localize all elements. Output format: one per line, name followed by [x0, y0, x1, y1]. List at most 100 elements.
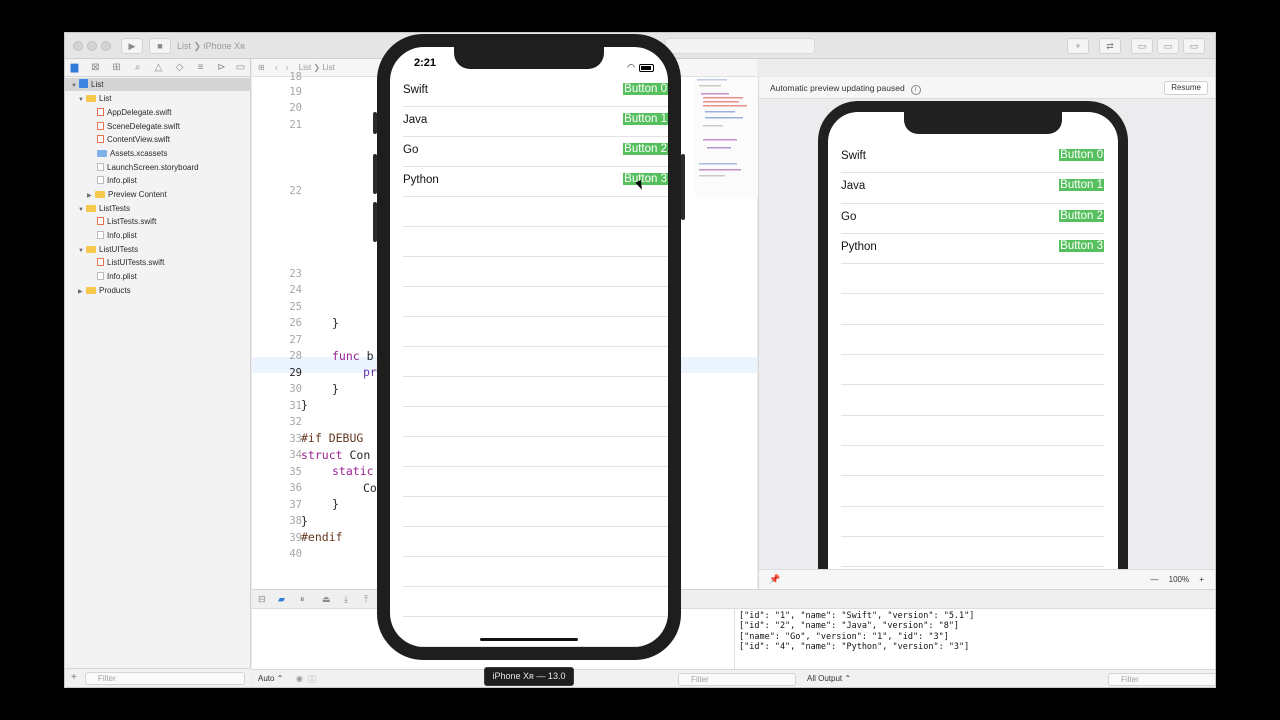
- swift-file-icon: [97, 135, 104, 143]
- variables-filter-input[interactable]: Filter: [678, 673, 796, 686]
- console-line: ["id": "1", "name": "Swift", "version": …: [739, 611, 975, 621]
- toggle-navigator-button[interactable]: ▭: [1131, 38, 1153, 54]
- console-filter-input[interactable]: Filter: [1108, 673, 1215, 686]
- zoom-in-icon[interactable]: +: [1199, 575, 1204, 584]
- keyword: struct: [301, 448, 343, 462]
- folder-icon: [95, 191, 105, 198]
- pause-icon[interactable]: ⏸: [300, 594, 305, 605]
- issue-icon[interactable]: △: [153, 62, 164, 73]
- info-icon[interactable]: i: [910, 85, 921, 95]
- close-window-button[interactable]: [73, 41, 83, 51]
- storyboard-file-icon: [97, 163, 104, 171]
- library-button[interactable]: +: [1067, 38, 1089, 54]
- mute-switch[interactable]: [373, 112, 377, 134]
- tree-item-file[interactable]: SceneDelegate.swift: [97, 120, 180, 133]
- tree-item-file[interactable]: ListTests.swift: [97, 215, 156, 228]
- navigator-panel-icon: ▭: [1137, 41, 1147, 51]
- debug-bottom-bar: Auto ⌃ ◉ ⓘ Filter All Output ⌃ Filter 🗑: [252, 669, 1215, 687]
- volume-down-button[interactable]: [373, 202, 377, 242]
- eye-icon[interactable]: ◉: [296, 674, 303, 683]
- tree-item-folder[interactable]: ▼ List: [78, 92, 111, 105]
- tree-item-file[interactable]: ContentView.swift: [97, 133, 170, 146]
- code-line: }: [332, 316, 339, 330]
- home-indicator[interactable]: [480, 638, 578, 641]
- toggle-debug-area-button[interactable]: ▭: [1157, 38, 1179, 54]
- tree-item-file[interactable]: Info.plist: [97, 229, 137, 242]
- toggle-inspector-button[interactable]: ▭: [1183, 38, 1205, 54]
- report-icon[interactable]: ▭: [235, 62, 246, 73]
- list-item[interactable]: Python Button 3: [403, 167, 668, 197]
- empty-row-separator: [403, 587, 668, 617]
- preview-canvas: Automatic preview updating paused i Resum…: [758, 77, 1215, 589]
- tree-item-folder[interactable]: ▶ Preview Content: [87, 188, 167, 201]
- code-line: }: [332, 497, 339, 511]
- source-control-icon[interactable]: ⊠: [90, 62, 101, 73]
- list-item[interactable]: Python Button 3: [841, 234, 1104, 265]
- find-icon[interactable]: ⌕: [132, 62, 143, 73]
- list-item[interactable]: Swift Button 0: [841, 143, 1104, 174]
- minimap[interactable]: [695, 77, 758, 197]
- filter-placeholder: Filter: [691, 675, 709, 684]
- tree-item-project[interactable]: ▼ List: [65, 78, 251, 91]
- simulator-screen[interactable]: 2:21 ◠ Swift Button 0 Java Button 1 Go Button…: [390, 47, 668, 647]
- breadcrumb[interactable]: List ❯ List: [299, 63, 335, 72]
- navigator-filter-input[interactable]: Filter: [85, 672, 245, 685]
- pin-icon[interactable]: 📌: [769, 574, 780, 585]
- folder-icon[interactable]: ▆: [69, 62, 80, 73]
- list-item-button[interactable]: Button 1: [1059, 179, 1104, 192]
- list-item-button[interactable]: Button 0: [623, 83, 668, 95]
- console-output[interactable]: ["id": "1", "name": "Swift", "version": …: [734, 609, 1215, 669]
- plus-icon: +: [1075, 41, 1081, 51]
- tree-item-file[interactable]: Info.plist: [97, 174, 137, 187]
- hide-debug-icon[interactable]: ⊟: [258, 594, 266, 605]
- list-item-button[interactable]: Button 2: [623, 143, 668, 155]
- output-selector[interactable]: All Output ⌃: [807, 674, 851, 683]
- list-item-button[interactable]: Button 1: [623, 113, 668, 125]
- line-number: 32: [289, 416, 302, 428]
- tree-item-file[interactable]: ListUITests.swift: [97, 256, 164, 269]
- code-review-button[interactable]: ⇄: [1099, 38, 1121, 54]
- tree-item-folder[interactable]: ▶ Products: [78, 284, 131, 297]
- variables-scope-selector[interactable]: Auto ⌃: [258, 674, 283, 683]
- list-item[interactable]: Java Button 1: [403, 107, 668, 137]
- step-into-icon[interactable]: ⤓: [344, 594, 348, 605]
- tree-item-folder[interactable]: ▼ ListUITests: [78, 243, 138, 256]
- resume-button[interactable]: Resume: [1164, 81, 1208, 95]
- tree-item-file[interactable]: LaunchScreen.storyboard: [97, 161, 199, 174]
- empty-row-separator: [403, 467, 668, 497]
- list-item[interactable]: Java Button 1: [841, 173, 1104, 204]
- zoom-out-icon[interactable]: —: [1150, 575, 1158, 584]
- tree-item-label: Assets.xcassets: [110, 149, 168, 158]
- debug-icon[interactable]: ≡: [195, 62, 206, 73]
- tree-item-file[interactable]: Assets.xcassets: [97, 147, 167, 160]
- breakpoints-icon[interactable]: ▰: [278, 594, 285, 605]
- tree-item-file[interactable]: Info.plist: [97, 270, 137, 283]
- run-button[interactable]: ▶: [121, 38, 143, 54]
- add-icon[interactable]: +: [71, 672, 77, 683]
- symbol-icon[interactable]: ⊞: [111, 62, 122, 73]
- test-icon[interactable]: ◇: [174, 62, 185, 73]
- breakpoint-icon[interactable]: ⊳: [216, 62, 227, 73]
- tree-item-label: List: [91, 80, 104, 89]
- list-item[interactable]: Go Button 2: [403, 137, 668, 167]
- volume-up-button[interactable]: [373, 154, 377, 194]
- list-item[interactable]: Go Button 2: [841, 204, 1104, 234]
- list-item-button[interactable]: Button 0: [1059, 149, 1104, 161]
- scheme-selector[interactable]: List ❯ iPhone Xʀ: [177, 38, 245, 54]
- info-icon[interactable]: ⓘ: [308, 674, 316, 685]
- tree-item-folder[interactable]: ▼ ListTests: [78, 202, 130, 215]
- list-item-button[interactable]: Button 3: [1059, 239, 1104, 252]
- step-out-icon[interactable]: ⤒: [364, 594, 368, 605]
- list-item-button[interactable]: Button 3: [623, 173, 668, 185]
- list-item[interactable]: Swift Button 0: [403, 77, 668, 107]
- minimize-window-button[interactable]: [87, 41, 97, 51]
- list-item-button[interactable]: Button 2: [1059, 209, 1104, 222]
- code-line: }: [301, 398, 308, 412]
- stop-button[interactable]: ■: [149, 38, 171, 54]
- zoom-window-button[interactable]: [101, 41, 111, 51]
- plist-file-icon: [97, 176, 104, 184]
- folder-icon: [86, 95, 96, 102]
- step-over-icon[interactable]: ⏏: [322, 594, 331, 605]
- tree-item-file[interactable]: AppDelegate.swift: [97, 106, 171, 119]
- side-button[interactable]: [681, 154, 685, 220]
